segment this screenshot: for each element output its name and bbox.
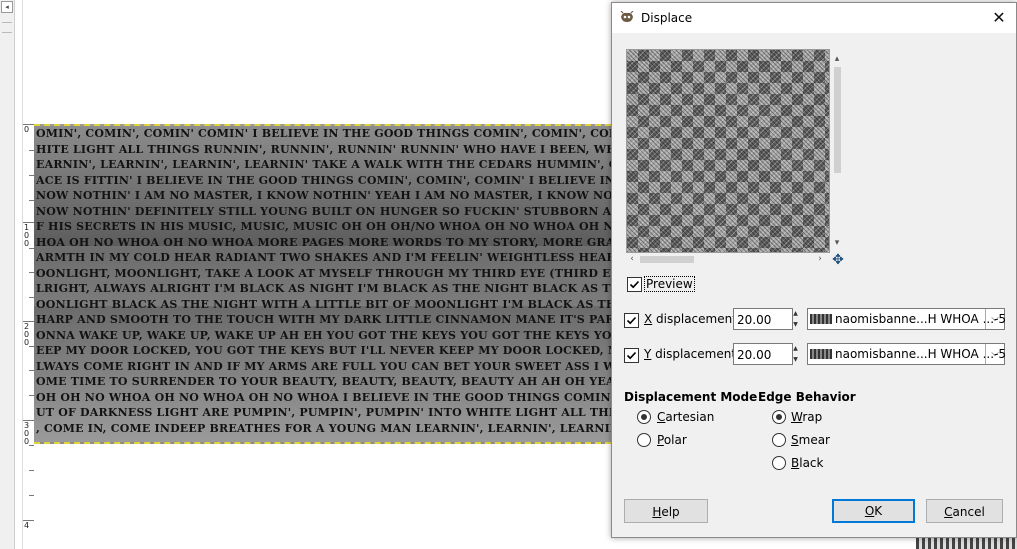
cartesian-radio[interactable] — [637, 410, 651, 424]
scrollbar-thumb[interactable] — [834, 67, 841, 173]
lyrics-line: EEP MY DOOR LOCKED, YOU GOT THE KEYS BUT… — [36, 344, 611, 357]
lyrics-line: OMIN', COMIN', COMIN' COMIN' I BELIEVE I… — [36, 127, 611, 140]
checkmark-icon — [626, 316, 637, 325]
lyrics-line: OH OH NO WHOA OH NO WHOA OH NO WHOA I BE… — [36, 390, 611, 404]
cartesian-label[interactable]: Cartesian — [657, 410, 714, 424]
lyrics-line: HARP AND SMOOTH TO THE TOUCH WITH MY DAR… — [36, 313, 611, 326]
scrollbar-thumb[interactable] — [640, 256, 694, 263]
preview-label[interactable]: Preview — [644, 276, 695, 292]
black-radio[interactable] — [772, 456, 786, 470]
lyrics-line: OONLIGHT, MOONLIGHT, TAKE A LOOK AT MYSE… — [36, 266, 611, 280]
layer-thumbnail — [810, 314, 832, 324]
spin-down-icon[interactable]: ▼ — [790, 319, 801, 330]
lyrics-line: LRIGHT, ALWAYS ALRIGHT I'M BLACK AS NIGH… — [36, 282, 611, 295]
lyrics-line: ONNA WAKE UP, WAKE UP, WAKE UP AH EH YOU… — [36, 328, 611, 342]
ruler-label: 3 0 0 — [24, 421, 30, 446]
wrap-label[interactable]: Wrap — [791, 410, 822, 424]
scroll-up-icon[interactable]: ▴ — [831, 53, 843, 65]
navigate-icon[interactable]: ✥ — [830, 252, 846, 268]
lyrics-line: HITE LIGHT ALL THINGS RUNNIN', RUNNIN', … — [36, 142, 611, 156]
x-displacement-value-input[interactable]: 20.00 — [733, 308, 793, 330]
x-displacement-checkbox[interactable] — [624, 313, 639, 328]
displace-dialog: Displace ✕ ▴ ▾ ‹ › ✥ Preview X displacem… — [611, 2, 1017, 538]
smear-radio[interactable] — [772, 433, 786, 447]
scroll-left-icon[interactable]: ‹ — [626, 253, 638, 265]
ok-button[interactable]: OK — [832, 499, 915, 523]
wrap-radio[interactable] — [772, 410, 786, 424]
lyrics-line: OME TIME TO SURRENDER TO YOUR BEAUTY, BE… — [36, 375, 611, 388]
lyrics-line: OONLIGHT BLACK AS THE NIGHT WITH A LITTL… — [36, 297, 611, 311]
divider — [2, 32, 12, 33]
checkmark-icon — [626, 351, 637, 360]
lyrics-line: EARNIN', LEARNIN', LEARNIN', LEARNIN' TA… — [36, 158, 611, 171]
preview-image[interactable] — [626, 49, 830, 253]
cancel-button[interactable]: Cancel — [926, 499, 1003, 523]
polar-label[interactable]: Polar — [657, 433, 687, 447]
dialog-titlebar[interactable]: Displace ✕ — [612, 3, 1016, 33]
lyrics-line: ACE IS FITTIN' I BELIEVE IN THE GOOD THI… — [36, 173, 611, 187]
close-button[interactable]: ✕ — [986, 6, 1012, 30]
spin-down-icon[interactable]: ▼ — [790, 354, 801, 365]
help-button[interactable]: Help — [624, 499, 708, 523]
x-displacement-spinner[interactable]: ▲ ▼ — [790, 308, 801, 330]
y-displacement-label[interactable]: Y displacement — [644, 347, 736, 361]
spin-up-icon[interactable]: ▲ — [790, 308, 801, 319]
scroll-right-icon[interactable]: › — [814, 253, 826, 265]
lyrics-line: LWAYS COME RIGHT IN AND IF MY ARMS ARE F… — [36, 359, 611, 373]
gimp-wilber-icon — [620, 11, 634, 22]
y-displacement-value-input[interactable]: 20.00 — [733, 343, 793, 365]
y-displacement-spinner[interactable]: ▲ ▼ — [790, 343, 801, 365]
displacement-mode-heading: Displacement Mode — [624, 390, 758, 404]
layer-thumbnail — [810, 349, 832, 359]
lyrics-line: ARMTH IN MY COLD HEAR RADIANT TWO SHAKES… — [36, 251, 611, 264]
ruler-label: 0 — [24, 125, 30, 134]
lyrics-line: , COME IN, COME INDEEP BREATHES FOR A YO… — [36, 421, 611, 435]
y-displacement-map-value: naomisbanne...H WHOA ...-5 — [835, 347, 1006, 361]
spin-up-icon[interactable]: ▲ — [790, 343, 801, 354]
scroll-down-icon[interactable]: ▾ — [831, 237, 843, 249]
close-icon: ✕ — [992, 8, 1006, 27]
x-displacement-label[interactable]: X displacement — [644, 312, 737, 326]
y-displacement-checkbox[interactable] — [624, 348, 639, 363]
x-displacement-map-value: naomisbanne...H WHOA ...-5 — [835, 312, 1006, 326]
lyrics-text-layer: OMIN', COMIN', COMIN' COMIN' I BELIEVE I… — [36, 126, 611, 436]
ruler-label: 1 0 0 — [24, 223, 30, 248]
lyrics-line: F HIS SECRETS IN HIS MUSIC, MUSIC, MUSIC… — [36, 220, 611, 233]
chevron-down-icon[interactable]: ⌵ — [985, 344, 1004, 364]
edge-behavior-heading: Edge Behavior — [758, 390, 856, 404]
lyrics-line: NOW NOTHIN' DEFINITELY STILL YOUNG BUILT… — [36, 204, 611, 218]
lyrics-line: NOW NOTHIN' I AM NO MASTER, I KNOW NOTHI… — [36, 189, 611, 202]
lyrics-line: HOA OH NO WHOA OH NO WHOA MORE PAGES MOR… — [36, 235, 611, 249]
checkmark-icon — [629, 280, 640, 289]
preview-checkbox[interactable] — [627, 277, 642, 292]
image-canvas[interactable]: OMIN', COMIN', COMIN' COMIN' I BELIEVE I… — [34, 124, 611, 444]
preview-horizontal-scrollbar[interactable]: ‹ › — [626, 253, 828, 265]
preview-vertical-scrollbar[interactable]: ▴ ▾ — [831, 53, 843, 249]
collapse-arrow-icon[interactable]: ◂ — [1, 1, 13, 13]
ruler-label: 4 — [24, 521, 30, 530]
y-displacement-map-select[interactable]: naomisbanne...H WHOA ...-5 ⌵ — [807, 343, 1006, 365]
black-label[interactable]: Black — [791, 456, 823, 470]
left-panel-strip: ◂ — [0, 0, 15, 549]
x-displacement-map-select[interactable]: naomisbanne...H WHOA ...-5 ⌵ — [807, 308, 1006, 330]
polar-radio[interactable] — [637, 433, 651, 447]
divider — [2, 22, 12, 23]
dialog-title: Displace — [641, 11, 693, 25]
ruler-label: 2 0 0 — [24, 322, 30, 347]
lyrics-line: UT OF DARKNESS LIGHT ARE PUMPIN', PUMPIN… — [36, 406, 611, 419]
chevron-down-icon[interactable]: ⌵ — [985, 309, 1004, 329]
smear-label[interactable]: Smear — [791, 433, 830, 447]
